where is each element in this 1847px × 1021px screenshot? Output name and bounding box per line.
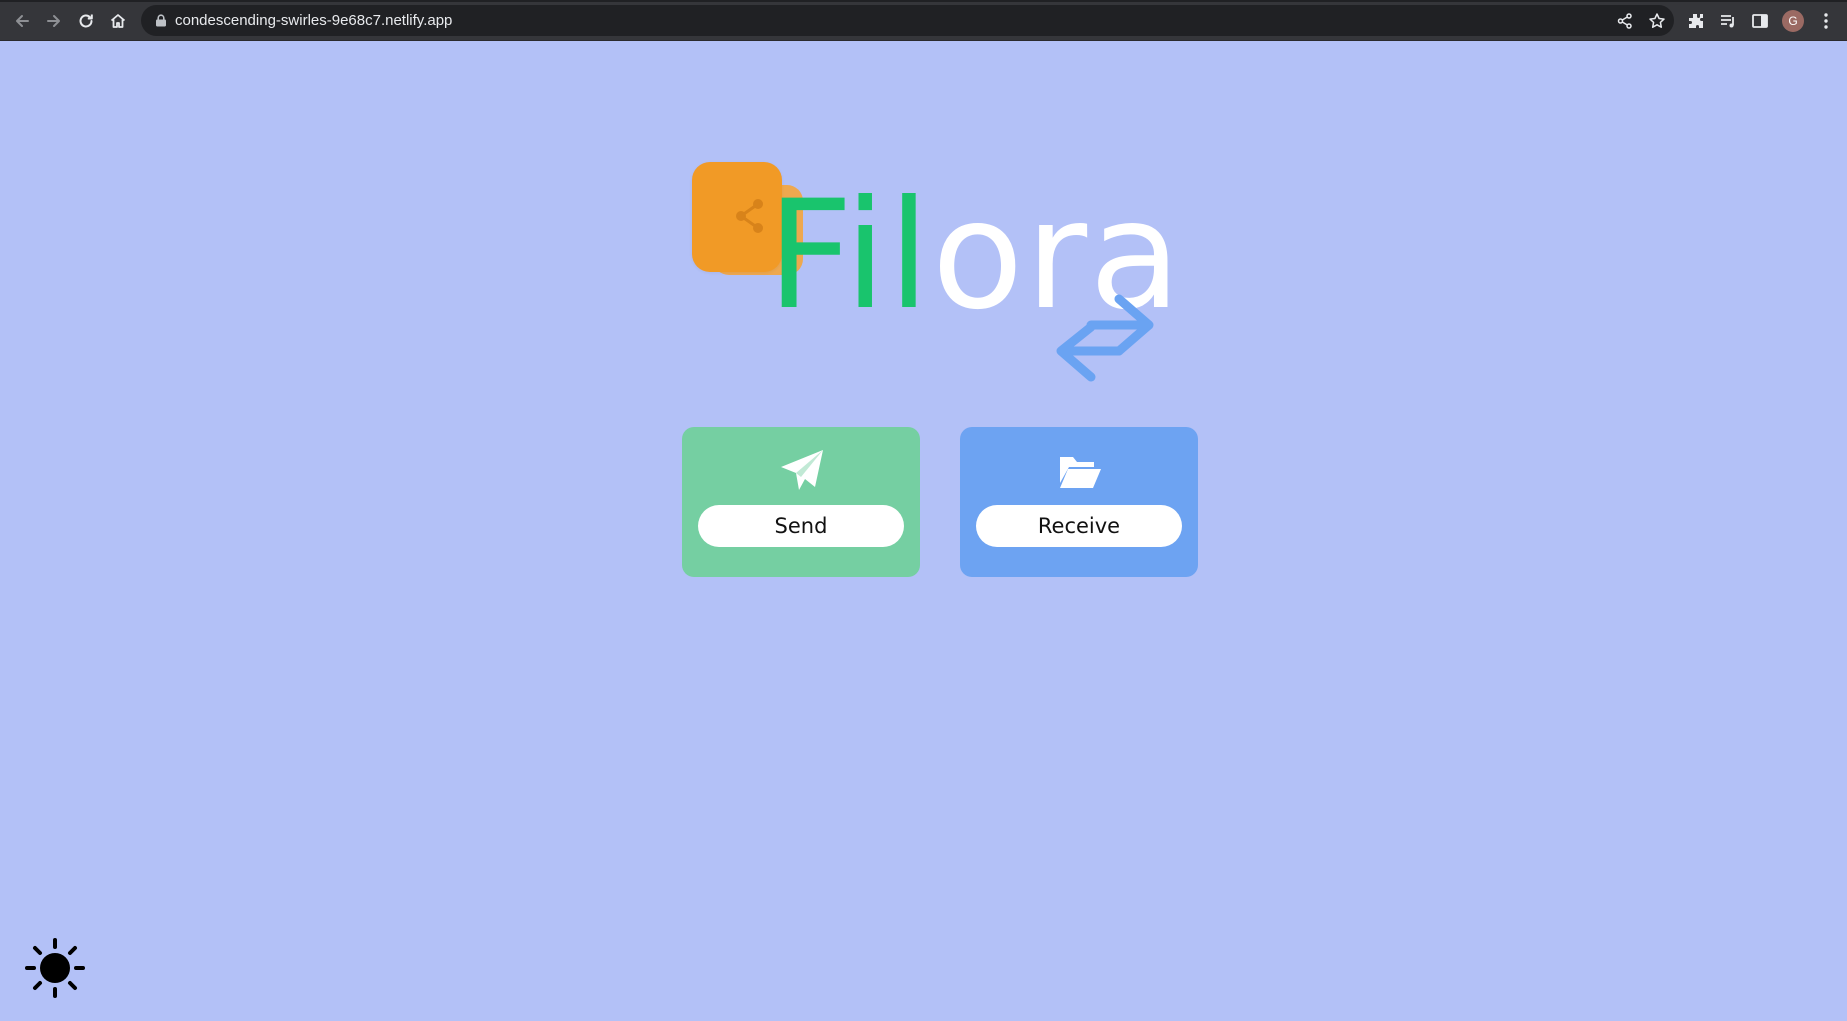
- receive-button[interactable]: Receive: [976, 505, 1182, 547]
- lock-icon: [156, 14, 166, 27]
- receive-card[interactable]: Receive: [960, 427, 1198, 577]
- extensions-icon[interactable]: [1686, 11, 1706, 31]
- send-card[interactable]: Send: [682, 427, 920, 577]
- tab-strip-edge: [0, 0, 1847, 2]
- side-panel-icon[interactable]: [1750, 11, 1770, 31]
- swap-arrows-icon: [1056, 294, 1154, 382]
- back-icon: [16, 15, 29, 27]
- share-nodes-icon: [736, 199, 763, 233]
- send-button[interactable]: Send: [698, 505, 904, 547]
- wordmark-green: Fil: [767, 169, 932, 343]
- home-icon: [110, 14, 126, 28]
- url-text: condescending-swirles-9e68c7.netlify.app: [175, 12, 453, 29]
- back-button[interactable]: [9, 8, 35, 34]
- sun-icon[interactable]: [24, 937, 86, 999]
- forward-icon: [47, 15, 60, 27]
- profile-avatar[interactable]: G: [1782, 10, 1804, 32]
- star-icon[interactable]: [1648, 12, 1666, 30]
- share-icon[interactable]: [1616, 12, 1634, 30]
- menu-icon[interactable]: [1816, 11, 1836, 31]
- home-button[interactable]: [105, 8, 131, 34]
- forward-button[interactable]: [41, 8, 67, 34]
- page-content: Filora Send Receive: [0, 41, 1847, 1021]
- app-logo: Filora: [680, 156, 1200, 436]
- media-icon[interactable]: [1718, 11, 1738, 31]
- address-bar[interactable]: condescending-swirles-9e68c7.netlify.app: [141, 5, 1674, 36]
- reload-icon: [79, 14, 93, 28]
- reload-button[interactable]: [73, 8, 99, 34]
- folder-open-icon: [1060, 457, 1101, 488]
- paper-plane-icon: [781, 450, 823, 490]
- browser-toolbar: condescending-swirles-9e68c7.netlify.app…: [0, 0, 1847, 41]
